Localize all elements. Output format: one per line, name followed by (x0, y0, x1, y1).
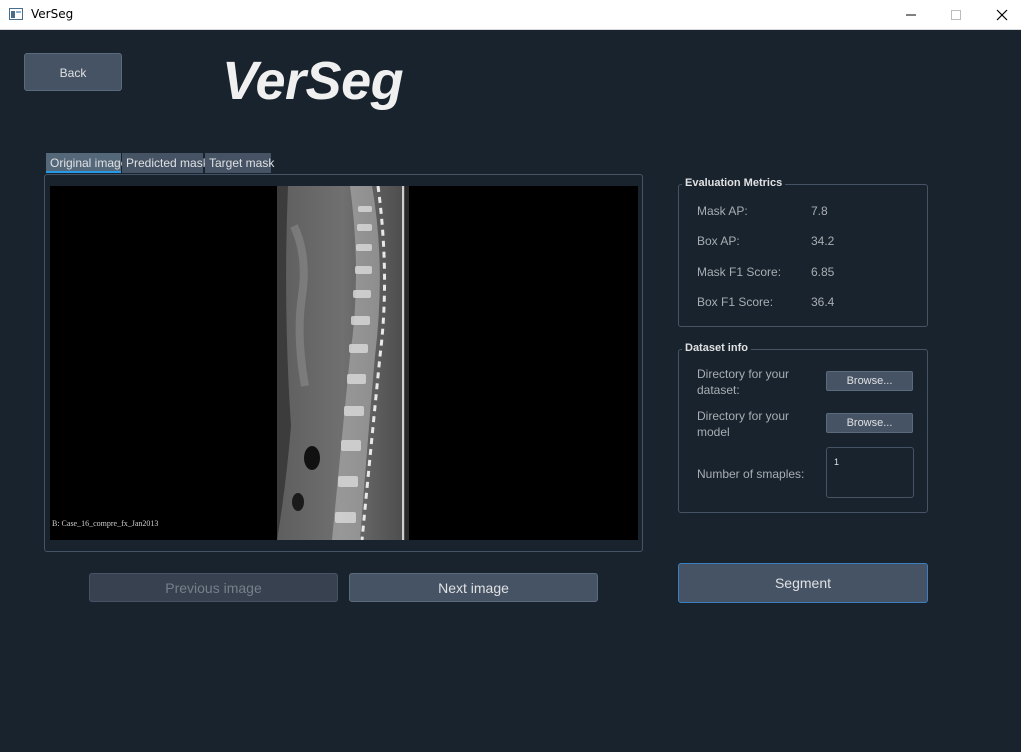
window-title: VerSeg (31, 7, 74, 21)
box-ap-value: 34.2 (811, 234, 835, 248)
mask-f1-label: Mask F1 Score: (697, 265, 782, 279)
mask-f1-value: 6.85 (811, 265, 835, 279)
browse-model-button[interactable]: Browse... (826, 413, 913, 433)
image-viewer: B: Case_16_compre_fx_Jan2013 (50, 186, 638, 540)
tab-predicted-mask[interactable]: Predicted mask (122, 153, 209, 173)
segment-button[interactable]: Segment (678, 563, 928, 603)
samples-label: Number of smaples: (697, 467, 805, 481)
maximize-icon (951, 10, 961, 20)
tab-target-mask[interactable]: Target mask (205, 153, 274, 173)
case-label: B: Case_16_compre_fx_Jan2013 (52, 519, 159, 528)
tab-original-image[interactable]: Original image (46, 153, 127, 173)
next-image-button[interactable]: Next image (349, 573, 598, 602)
back-button[interactable]: Back (24, 53, 122, 91)
mask-ap-value: 7.8 (811, 204, 828, 218)
previous-image-button[interactable]: Previous image (89, 573, 338, 602)
box-ap-label: Box AP: (697, 234, 740, 248)
maximize-button[interactable] (933, 0, 979, 29)
dataset-info-title: Dataset info (682, 342, 751, 354)
browse-dataset-button[interactable]: Browse... (826, 371, 913, 391)
box-f1-value: 36.4 (811, 295, 835, 309)
app-title: VerSeg (222, 51, 404, 111)
ct-scan-image (50, 186, 638, 540)
evaluation-metrics-title: Evaluation Metrics (682, 177, 786, 189)
app-icon (9, 8, 23, 20)
mask-ap-label: Mask AP: (697, 204, 748, 218)
close-icon (996, 9, 1008, 21)
dataset-directory-label: Directory for your dataset: (697, 367, 790, 397)
window-titlebar: VerSeg (0, 0, 1021, 30)
minimize-icon (906, 14, 916, 16)
close-button[interactable] (979, 0, 1021, 29)
minimize-button[interactable] (888, 0, 934, 29)
model-directory-label: Directory for your model (697, 409, 790, 439)
samples-input[interactable]: 1 (826, 447, 914, 498)
box-f1-label: Box F1 Score: (697, 295, 774, 309)
